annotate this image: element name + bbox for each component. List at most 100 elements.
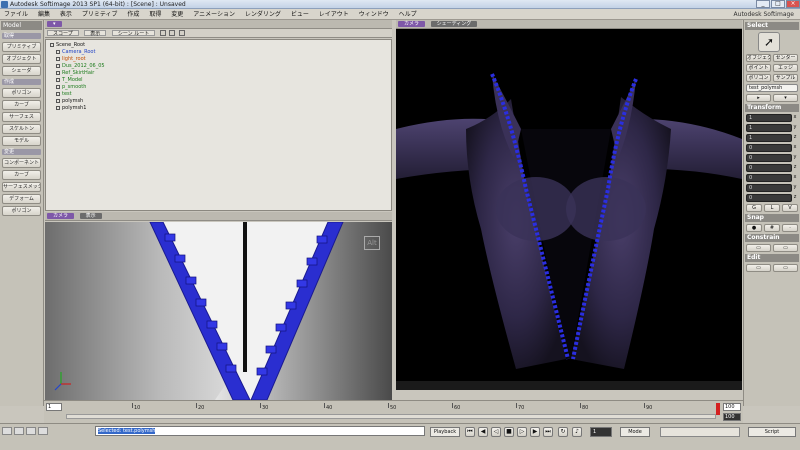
object-button[interactable]: オブジェクト bbox=[746, 54, 771, 62]
tree-item[interactable]: Camera_Root bbox=[56, 49, 95, 55]
modify-component-button[interactable]: コンポーネント bbox=[2, 158, 41, 168]
timeline[interactable]: 1 10 20 30 40 50 60 70 80 90 100 100 bbox=[44, 400, 743, 423]
menu-item[interactable]: 取得 bbox=[145, 9, 165, 20]
kp-icon[interactable] bbox=[14, 427, 24, 435]
audio-icon[interactable]: ♪ bbox=[572, 427, 582, 437]
snap-grid-button[interactable]: # bbox=[764, 224, 780, 232]
menu-item[interactable]: 編集 bbox=[34, 9, 54, 20]
script-button[interactable]: Script bbox=[748, 427, 796, 437]
maximize-button[interactable]: □ bbox=[771, 0, 785, 8]
view-button[interactable]: V bbox=[782, 204, 798, 212]
camera-menu[interactable]: カメラ bbox=[398, 21, 426, 27]
menu-item[interactable]: アニメーション bbox=[189, 9, 239, 20]
first-frame-icon[interactable]: ⏮ bbox=[465, 427, 475, 437]
center-button[interactable]: センター bbox=[773, 54, 798, 62]
current-frame-field[interactable]: 100 bbox=[723, 413, 741, 421]
closeup-viewport[interactable]: Alt bbox=[45, 222, 392, 400]
modify-polygon-button[interactable]: ポリゴン bbox=[2, 206, 41, 216]
menu-item[interactable]: ビュー bbox=[287, 9, 313, 20]
polygon-button[interactable]: ポリゴン bbox=[746, 74, 771, 82]
scale-x-field[interactable]: 1 bbox=[746, 114, 792, 122]
tree-item[interactable]: light_root bbox=[56, 56, 86, 62]
tree-item[interactable]: T_Model bbox=[56, 77, 83, 83]
camera-menu[interactable]: カメラ bbox=[47, 213, 75, 219]
get-primitive-button[interactable]: プリミティブ bbox=[2, 42, 41, 52]
last-frame-icon[interactable]: ⏭ bbox=[543, 427, 553, 437]
loop-icon[interactable]: ↻ bbox=[558, 427, 568, 437]
end-frame-field[interactable]: 100 bbox=[723, 403, 741, 411]
close-button[interactable]: × bbox=[786, 0, 800, 8]
refresh-icon[interactable] bbox=[169, 30, 176, 36]
create-curve-button[interactable]: カーブ bbox=[2, 100, 41, 110]
translate-x-field[interactable]: 0 bbox=[746, 174, 792, 182]
rotate-z-field[interactable]: 0 bbox=[746, 164, 792, 172]
command-line[interactable]: Selected: test.polymsh bbox=[95, 426, 425, 436]
edge-button[interactable]: エッジ bbox=[773, 64, 798, 72]
tree-item[interactable]: Ref_SkirtHair bbox=[56, 70, 94, 76]
mcp-icon[interactable] bbox=[2, 427, 12, 435]
menu-item[interactable]: ヘルプ bbox=[395, 9, 421, 20]
tree-item[interactable]: p_smooth bbox=[56, 84, 86, 90]
rotate-x-field[interactable]: 0 bbox=[746, 144, 792, 152]
tree-item[interactable]: polymsh bbox=[56, 98, 83, 104]
local-button[interactable]: L bbox=[764, 204, 780, 212]
modify-surface-mesh-button[interactable]: サーフェスメッシュ bbox=[2, 182, 41, 192]
create-surface-button[interactable]: サーフェス bbox=[2, 112, 41, 122]
frame-field[interactable]: 1 bbox=[590, 427, 612, 437]
snap-point-button[interactable]: · bbox=[782, 224, 798, 232]
global-button[interactable]: G bbox=[746, 204, 762, 212]
menu-item[interactable]: レンダリング bbox=[241, 9, 285, 20]
layer-icon[interactable] bbox=[26, 427, 36, 435]
get-object-button[interactable]: オブジェクト bbox=[2, 54, 41, 64]
timeline-scrub-bar[interactable] bbox=[66, 414, 716, 419]
create-model-button[interactable]: モデル bbox=[2, 136, 41, 146]
modify-deform-button[interactable]: デフォーム bbox=[2, 194, 41, 204]
stop-icon[interactable]: ■ bbox=[504, 427, 514, 437]
menu-item[interactable]: ウィンドウ bbox=[355, 9, 393, 20]
translate-z-field[interactable]: 0 bbox=[746, 194, 792, 202]
scale-y-field[interactable]: 1 bbox=[746, 124, 792, 132]
explore-button[interactable]: ▸ bbox=[746, 94, 771, 102]
snap-on-button[interactable]: ● bbox=[746, 224, 762, 232]
help-icon[interactable] bbox=[179, 30, 186, 36]
view-button[interactable]: 表示 bbox=[84, 30, 107, 37]
prev-key-icon[interactable]: ◀ bbox=[478, 427, 488, 437]
script-editor-field[interactable] bbox=[660, 427, 740, 437]
main-viewport[interactable] bbox=[396, 29, 742, 390]
shading-menu[interactable]: シェーディング bbox=[430, 21, 478, 27]
start-frame-field[interactable]: 1 bbox=[46, 403, 62, 411]
play-reverse-icon[interactable]: ◁ bbox=[491, 427, 501, 437]
modify-curve-button[interactable]: カーブ bbox=[2, 170, 41, 180]
tree-item[interactable]: Dus_2012_06_05 bbox=[56, 63, 105, 69]
playback-button[interactable]: Playback bbox=[430, 427, 460, 437]
mode-button[interactable]: Mode bbox=[620, 427, 650, 437]
tree-item[interactable]: Scene_Root bbox=[50, 42, 85, 48]
create-polygon-button[interactable]: ポリゴン bbox=[2, 88, 41, 98]
menu-item[interactable]: レイアウト bbox=[315, 9, 353, 20]
lock-icon[interactable] bbox=[159, 30, 166, 36]
scope-button[interactable]: スコープ bbox=[47, 30, 79, 37]
rotate-y-field[interactable]: 0 bbox=[746, 154, 792, 162]
menu-item[interactable]: 表示 bbox=[56, 9, 76, 20]
minimize-button[interactable]: _ bbox=[756, 0, 770, 8]
scale-z-field[interactable]: 1 bbox=[746, 134, 792, 142]
point-button[interactable]: ポイント bbox=[746, 64, 771, 72]
mode-selector[interactable]: Model bbox=[1, 21, 42, 30]
explorer-menu[interactable]: ▾ bbox=[47, 21, 62, 27]
selected-object-field[interactable]: test_polymsh bbox=[746, 84, 798, 92]
menu-item[interactable]: 変更 bbox=[167, 9, 187, 20]
next-key-icon[interactable]: ▶ bbox=[530, 427, 540, 437]
constrain-button-2[interactable]: ▭ bbox=[773, 244, 798, 252]
edit-button-1[interactable]: ▭ bbox=[746, 264, 771, 272]
filter-button[interactable]: ▾ bbox=[773, 94, 798, 102]
playhead-marker[interactable] bbox=[716, 403, 720, 415]
graph-icon[interactable] bbox=[38, 427, 48, 435]
scene-root-button[interactable]: シーン ルート bbox=[111, 30, 156, 37]
tree-item[interactable]: test bbox=[56, 91, 72, 97]
edit-button-2[interactable]: ▭ bbox=[773, 264, 798, 272]
select-arrow-icon[interactable]: ➚ bbox=[758, 32, 780, 52]
get-shader-button[interactable]: シェーダ bbox=[2, 66, 41, 76]
play-icon[interactable]: ▷ bbox=[517, 427, 527, 437]
tree-item[interactable]: polymsh1 bbox=[56, 105, 86, 111]
sample-button[interactable]: サンプル bbox=[773, 74, 798, 82]
